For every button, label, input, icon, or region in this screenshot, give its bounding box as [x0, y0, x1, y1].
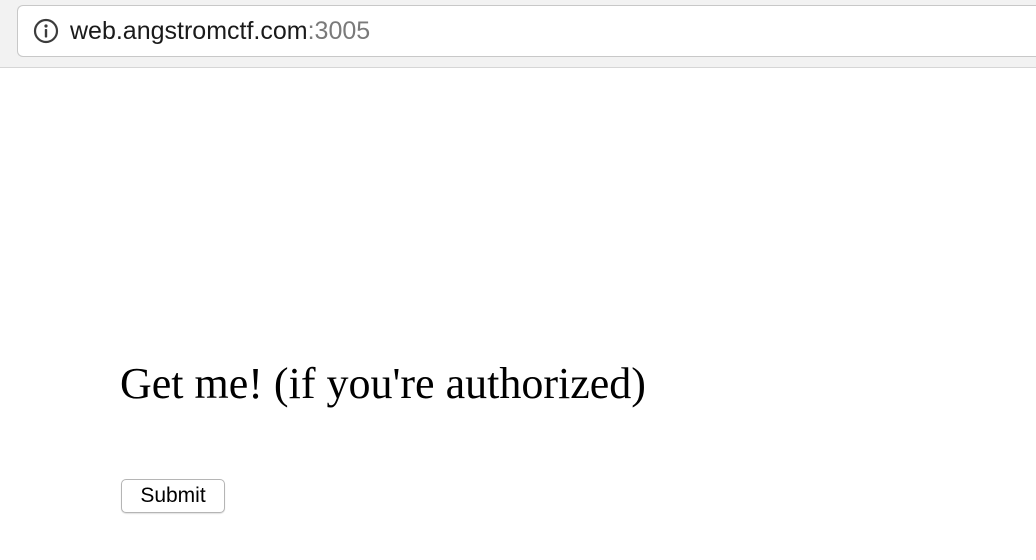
page-heading: Get me! (if you're authorized) [120, 359, 646, 408]
browser-toolbar: web.angstromctf.com:3005 [0, 0, 1036, 68]
page-content: Get me! (if you're authorized) Submit [0, 68, 1036, 560]
url-port: :3005 [307, 16, 371, 45]
info-icon[interactable] [32, 17, 60, 45]
url-host: web.angstromctf.com [70, 16, 308, 45]
url-text[interactable]: web.angstromctf.com:3005 [70, 17, 370, 46]
submit-button[interactable]: Submit [121, 479, 225, 513]
address-bar[interactable]: web.angstromctf.com:3005 [17, 5, 1036, 57]
